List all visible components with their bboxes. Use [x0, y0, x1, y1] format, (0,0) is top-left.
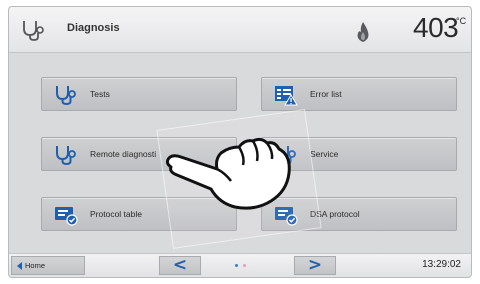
stethoscope-icon — [23, 21, 44, 41]
temperature-value: 403 — [413, 12, 459, 43]
footer-bar: Home < > 13:29:02 — [9, 253, 471, 277]
stethoscope-icon — [56, 86, 76, 106]
home-label: Home — [25, 261, 46, 270]
chevron-right-icon: > — [307, 255, 323, 275]
error-list-label: Error list — [310, 89, 342, 99]
left-arrow-icon — [17, 262, 22, 270]
page-dot-inactive — [243, 264, 246, 267]
diagnosis-screen: Diagnosis 403 °C Tests Error list Remote… — [8, 6, 472, 278]
clock: 13:29:02 — [422, 259, 461, 270]
protocol-icon — [55, 207, 78, 226]
page-dot-active — [235, 264, 238, 267]
next-page-button[interactable]: > — [294, 255, 336, 275]
home-button[interactable]: Home — [11, 256, 85, 275]
chevron-left-icon: < — [172, 255, 188, 275]
page-indicator — [235, 264, 249, 268]
header-bar: Diagnosis 403 °C — [9, 7, 471, 53]
error-list-icon — [275, 86, 298, 106]
tests-button[interactable]: Tests — [41, 77, 237, 111]
remote-diagnosis-label: Remote diagnosti — [90, 149, 157, 159]
previous-page-button[interactable]: < — [159, 255, 201, 275]
pointing-hand-icon — [165, 137, 291, 210]
temperature-unit: °C — [456, 16, 467, 26]
tests-label: Tests — [90, 89, 110, 99]
protocol-table-label: Protocol table — [90, 209, 142, 219]
stethoscope-icon — [56, 146, 76, 166]
page-title: Diagnosis — [67, 22, 120, 34]
flame-icon — [357, 22, 369, 42]
error-list-button[interactable]: Error list — [261, 77, 457, 111]
service-label: Service — [310, 149, 339, 159]
